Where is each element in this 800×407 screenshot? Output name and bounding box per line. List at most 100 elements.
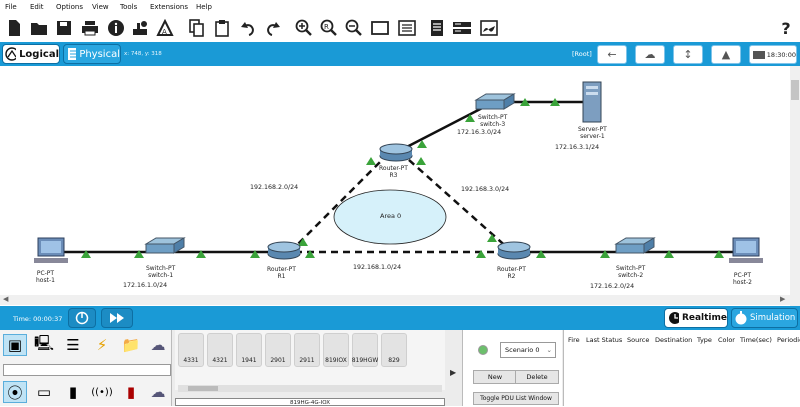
device-name: R2 [507,273,516,280]
toggle-pdu-list-button[interactable]: Toggle PDU List Window [473,392,559,405]
end-devices-category-icon[interactable]: 🖳 [32,334,56,356]
model-scrollbar[interactable] [178,385,442,392]
move-object-icon[interactable]: ↕ [673,45,703,64]
components-category-icon[interactable]: ☰ [61,334,85,356]
tab-logical-label: Logical [19,48,59,60]
menu-help[interactable]: Help [196,3,212,11]
fast-forward-button[interactable] [101,308,133,328]
set-background-icon[interactable]: ▲ [711,45,741,64]
menu-view[interactable]: View [92,3,109,11]
device-model-819hgw[interactable]: 819HGW [352,333,378,367]
topology-diagram [34,81,763,263]
back-arrow-icon[interactable]: ← [597,45,627,64]
scenario-select[interactable]: Scenario 0 ⌄ [500,342,556,358]
copy-icon[interactable] [187,18,207,38]
hubs-subcategory-icon[interactable]: ▮ [61,381,85,403]
column-header[interactable]: Destination [655,336,692,344]
security-subcategory-icon[interactable]: ▮ [119,381,143,403]
device-name: switch-1 [148,272,174,279]
menu-edit[interactable]: Edit [30,3,44,11]
info-icon[interactable] [106,18,126,38]
redo-icon[interactable] [263,18,283,38]
column-header[interactable]: Source [627,336,649,344]
tab-physical[interactable]: Physical [63,44,121,64]
vertical-scrollbar[interactable] [790,66,800,306]
scroll-left-icon[interactable]: ◀ [3,295,8,303]
device-model-819iox[interactable]: 819IOX [323,333,349,367]
simulation-mode-button[interactable]: Simulation [731,308,798,328]
zoom-in-icon[interactable] [294,18,314,38]
save-icon[interactable] [54,18,74,38]
device-type: Router-PT [267,266,296,273]
scroll-thumb[interactable] [791,80,799,100]
device-model-4321[interactable]: 4321 [207,333,233,367]
device-model-2911[interactable]: 2911 [294,333,320,367]
link-r3-switch3 [396,102,491,154]
device-model-829[interactable]: 829 [381,333,407,367]
logical-workspace-canvas[interactable]: PC-PT host-1 Switch-PT switch-1 Router-P… [0,66,790,294]
column-header[interactable]: Color [718,336,735,344]
network-label: 172.16.1.0/24 [123,282,168,289]
viewport-clock[interactable]: 18:30:00 [749,45,797,64]
collapse-panel-icon[interactable]: ▶ [450,368,456,377]
delete-scenario-button[interactable]: Delete [515,370,559,384]
physical-device-icon[interactable] [452,18,472,38]
horizontal-scrollbar[interactable]: ◀ ▶ [0,295,790,305]
multiuser-category-icon[interactable]: ☁ [146,334,170,356]
menu-tools[interactable]: Tools [120,3,137,11]
menu-extensions[interactable]: Extensions [150,3,188,11]
new-cluster-icon[interactable]: ☁ [635,45,665,64]
paste-icon[interactable] [212,18,232,38]
network-devices-category-icon[interactable]: ▣ [3,334,27,356]
view-pdu-list-icon[interactable] [427,18,447,38]
menu-options[interactable]: Options [56,3,83,11]
realtime-label: Realtime [681,313,727,323]
scroll-right-icon[interactable]: ▶ [780,295,785,303]
new-scenario-button[interactable]: New [473,370,517,384]
tab-logical[interactable]: Logical [2,44,60,64]
wireless-subcategory-icon[interactable]: ((•)) [90,381,114,403]
scenario-panel: Scenario 0 ⌄ New Delete Toggle PDU List … [462,330,562,406]
zoom-reset-icon[interactable]: R [319,18,339,38]
realtime-mode-button[interactable]: Realtime [664,308,728,328]
drawing-palette-icon[interactable] [370,18,390,38]
switches-subcategory-icon[interactable]: ▭ [32,381,56,403]
area-label: Area 0 [380,212,402,220]
print-icon[interactable] [80,18,100,38]
miscellaneous-category-icon[interactable]: 📁 [119,334,143,356]
cluster-icon[interactable] [479,18,499,38]
custom-device-dialog-icon[interactable] [397,18,417,38]
power-cycle-button[interactable] [68,308,96,328]
menu-file[interactable]: File [5,3,17,11]
device-search-input[interactable] [3,364,171,376]
column-header[interactable]: Last Status [586,336,622,344]
column-header[interactable]: Time(sec) [740,336,772,344]
zoom-out-icon[interactable] [344,18,364,38]
host-1-label: PC-PT host-1 [36,270,55,284]
root-breadcrumb[interactable]: [Root] [572,50,592,58]
help-question-icon[interactable]: ? [776,18,796,38]
column-header[interactable]: Fire [568,336,580,344]
device-model-4331[interactable]: 4331 [178,333,204,367]
device-model-2901[interactable]: 2901 [265,333,291,367]
connections-category-icon[interactable]: ⚡ [90,334,114,356]
pc-icon [34,237,68,263]
wan-emulation-subcategory-icon[interactable]: ☁ [146,381,170,403]
activity-wizard-icon[interactable]: A [155,18,175,38]
physical-workspace-icon [68,48,77,60]
switch-icon [474,93,516,110]
device-model-1941[interactable]: 1941 [236,333,262,367]
open-folder-icon[interactable] [29,18,49,38]
network-wizard-icon[interactable] [130,18,150,38]
routers-subcategory-icon[interactable]: ⦿ [3,381,27,403]
column-header[interactable]: Periodic [777,336,800,344]
device-type: Switch-PT [478,114,508,121]
column-header[interactable]: Type [697,336,712,344]
sim-time-label: Time: 00:00:37 [13,315,63,323]
fast-forward-icon [110,313,124,323]
new-file-icon[interactable] [4,18,24,38]
model-label: 819HGW [351,357,379,364]
switch-1-label: Switch-PT switch-1 [146,265,175,279]
scroll-thumb[interactable] [188,386,218,391]
undo-icon[interactable] [238,18,258,38]
